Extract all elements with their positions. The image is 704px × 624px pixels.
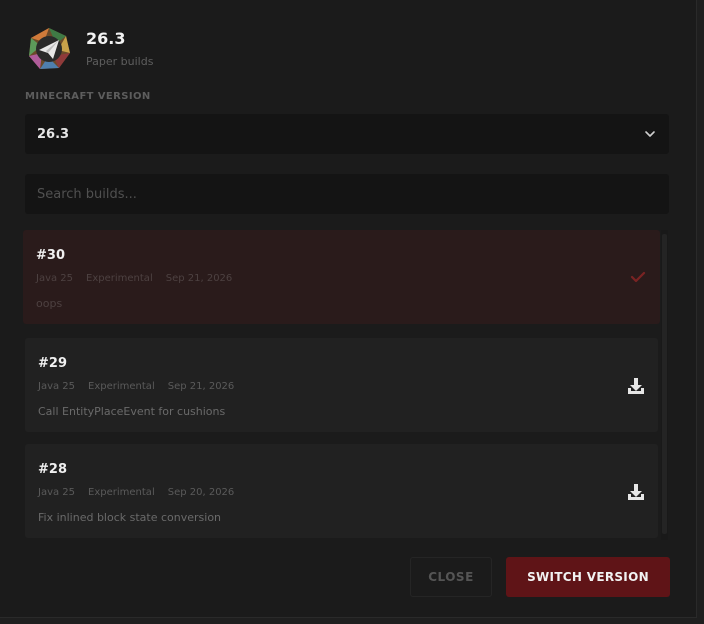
- build-description: Call EntityPlaceEvent for cushions: [38, 405, 226, 418]
- version-modal: 26.3 Paper builds MINECRAFT VERSION 26.3…: [0, 0, 697, 618]
- build-list: #30 Java 25 Experimental Sep 21, 2026 oo…: [23, 230, 670, 540]
- build-item-30[interactable]: #30 Java 25 Experimental Sep 21, 2026 oo…: [23, 230, 660, 324]
- build-item-29[interactable]: #29 Java 25 Experimental Sep 21, 2026 Ca…: [25, 338, 658, 432]
- version-select[interactable]: 26.3: [25, 114, 669, 154]
- close-button[interactable]: CLOSE: [410, 557, 492, 597]
- build-description: Fix inlined block state conversion: [38, 511, 222, 524]
- check-icon: [630, 271, 646, 283]
- version-select-value: 26.3: [37, 126, 70, 142]
- build-list-scrollbar-thumb[interactable]: [662, 234, 667, 534]
- build-channel: Experimental: [88, 381, 155, 392]
- build-item-28[interactable]: #28 Java 25 Experimental Sep 20, 2026 Fi…: [25, 444, 658, 538]
- download-icon[interactable]: [626, 482, 646, 502]
- build-java: Java 25: [36, 273, 74, 284]
- build-date: Sep 21, 2026: [165, 273, 233, 284]
- search-builds-input[interactable]: [25, 174, 669, 214]
- build-number: #28: [38, 462, 67, 477]
- modal-subtitle: Paper builds: [86, 55, 154, 68]
- header-text: 26.3 Paper builds: [86, 29, 153, 69]
- build-meta: Java 25 Experimental Sep 20, 2026: [38, 487, 234, 498]
- build-date: Sep 21, 2026: [167, 381, 235, 392]
- build-meta: Java 25 Experimental Sep 21, 2026: [36, 273, 232, 284]
- build-description: oops: [36, 297, 63, 310]
- build-meta: Java 25 Experimental Sep 21, 2026: [38, 381, 234, 392]
- paper-logo-icon: [26, 26, 72, 72]
- build-java: Java 25: [38, 487, 76, 498]
- version-label: MINECRAFT VERSION: [25, 91, 151, 102]
- download-icon[interactable]: [626, 376, 646, 396]
- chevron-down-icon: [645, 131, 655, 137]
- build-channel: Experimental: [88, 487, 155, 498]
- modal-header: 26.3 Paper builds: [26, 25, 153, 73]
- build-number: #29: [38, 356, 67, 371]
- build-date: Sep 20, 2026: [167, 487, 235, 498]
- modal-title: 26.3: [86, 29, 126, 48]
- build-channel: Experimental: [86, 273, 153, 284]
- build-number: #30: [36, 248, 65, 263]
- switch-version-button[interactable]: SWITCH VERSION: [506, 557, 670, 597]
- build-java: Java 25: [38, 381, 76, 392]
